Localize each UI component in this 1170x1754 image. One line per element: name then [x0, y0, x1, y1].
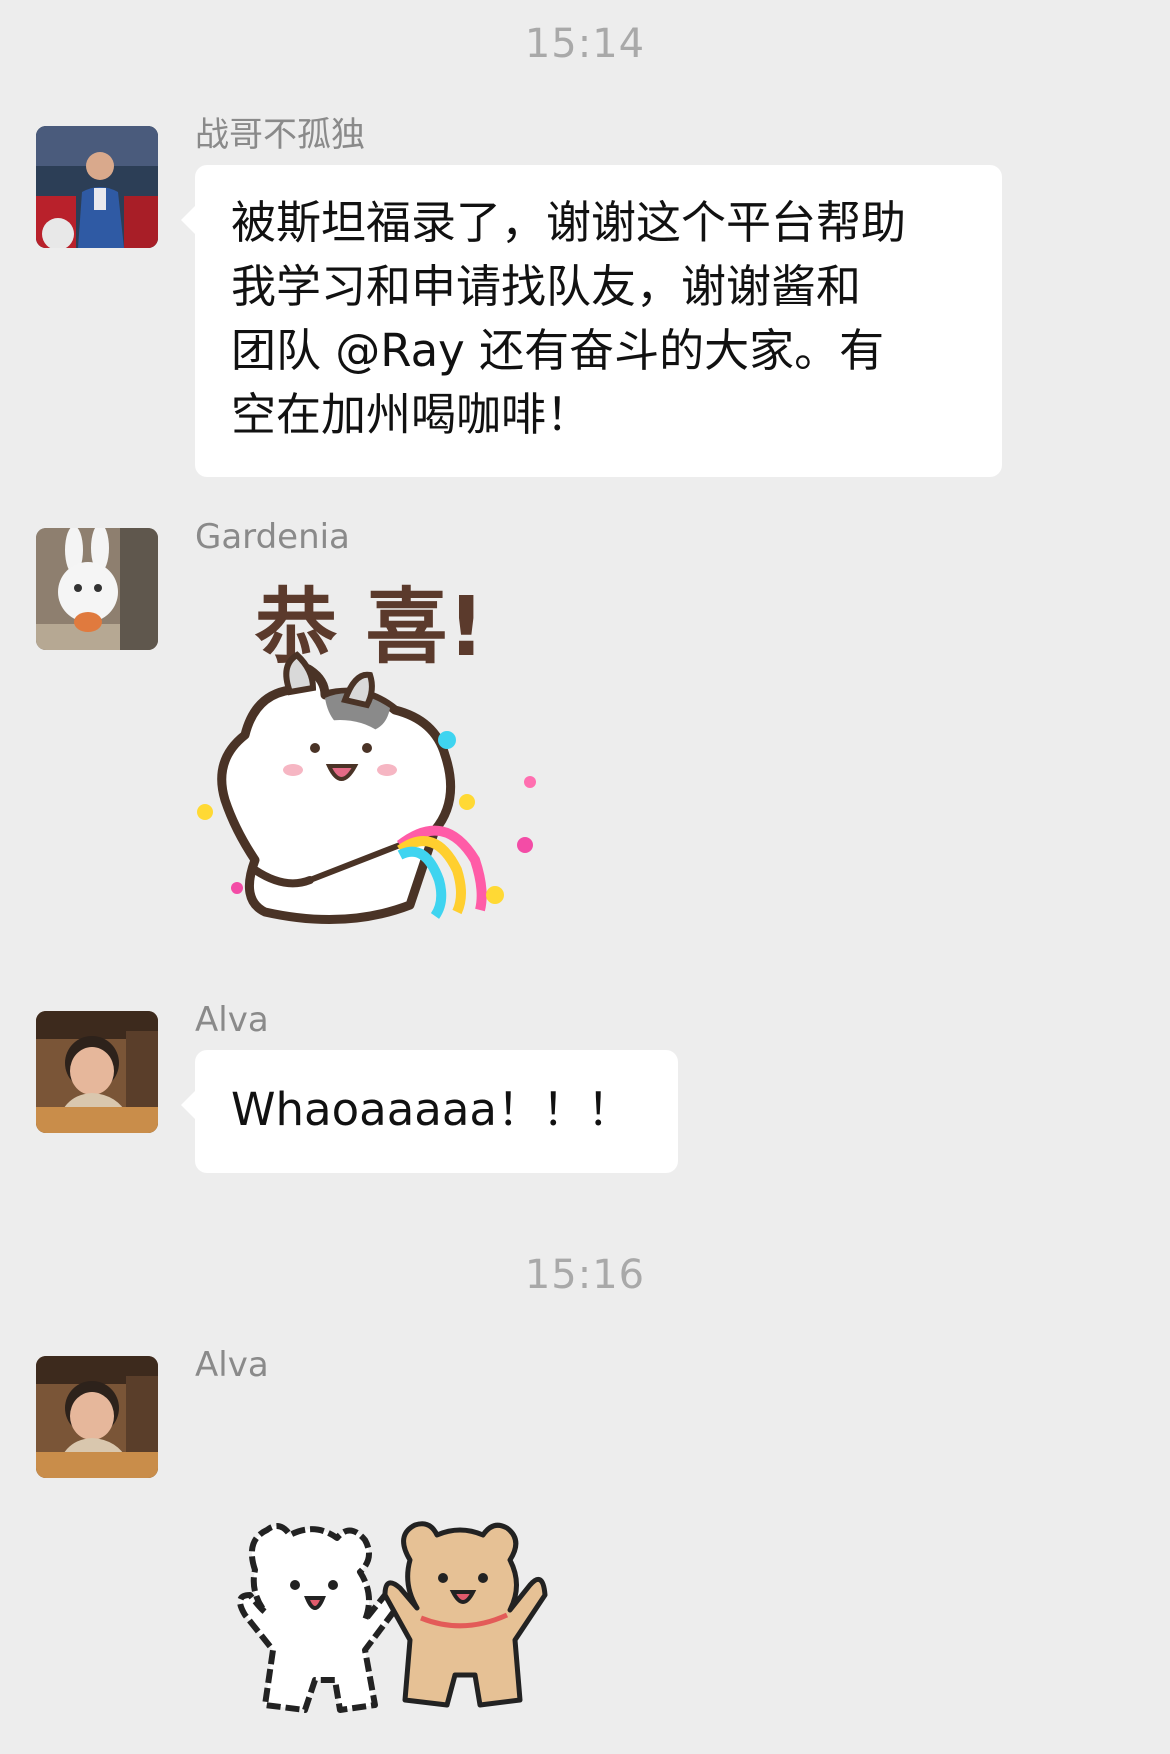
bears-sticker[interactable] [225, 1500, 575, 1720]
timestamp: 15:16 [524, 1252, 646, 1298]
woman-smiling-avatar-icon [36, 1356, 158, 1478]
sender-name: Gardenia [195, 517, 350, 557]
woman-smiling-avatar-icon [36, 1011, 158, 1133]
timestamp: 15:14 [524, 21, 646, 67]
man-in-suit-avatar-icon [36, 126, 158, 248]
message-bubble[interactable]: 被斯坦福录了，谢谢这个平台帮助 我学习和申请找队友，谢谢酱和 团队 @Ray 还… [181, 165, 1002, 477]
hamster-rainbow-sticker-icon: 恭 喜! [197, 580, 536, 924]
message-text: Whaoaaaaa！！！ [231, 1083, 633, 1136]
avatar[interactable] [36, 1011, 158, 1133]
two-bears-dancing-sticker-icon [237, 1521, 548, 1713]
sender-name: Alva [195, 1345, 269, 1385]
sender-name: 战哥不孤独 [195, 115, 365, 155]
message-text: 被斯坦福录了，谢谢这个平台帮助 我学习和申请找队友，谢谢酱和 团队 @Ray 还… [231, 196, 907, 441]
congrats-sticker[interactable]: 恭 喜! [195, 560, 595, 960]
avatar[interactable] [36, 528, 158, 650]
message-bubble[interactable]: Whaoaaaaa！！！ [181, 1050, 678, 1173]
white-rabbit-avatar-icon [36, 528, 158, 650]
avatar[interactable] [36, 1356, 158, 1478]
sender-name: Alva [195, 1000, 269, 1040]
avatar[interactable] [36, 126, 158, 248]
